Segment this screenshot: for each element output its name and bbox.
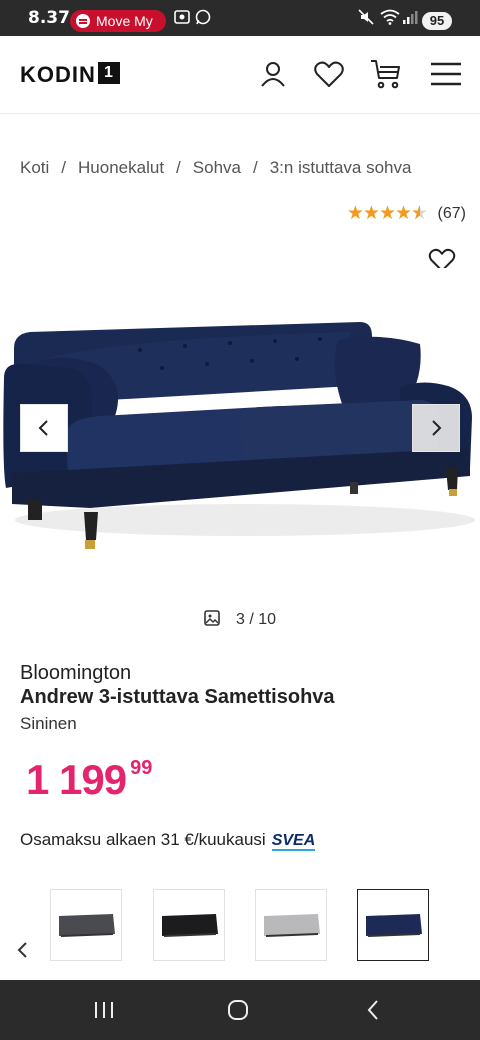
breadcrumb-item[interactable]: Sohva — [193, 158, 241, 177]
image-icon — [204, 610, 220, 626]
product-price: 1 199 99 — [26, 756, 152, 804]
chevron-right-icon — [432, 420, 442, 436]
logo-text: KODIN — [20, 62, 96, 87]
mute-icon — [358, 9, 374, 29]
star-icon: ★ — [395, 203, 412, 224]
breadcrumb-item[interactable]: Koti — [20, 158, 49, 177]
product-image[interactable] — [0, 268, 480, 586]
cart-icon — [371, 60, 400, 89]
product-color: Sininen — [20, 714, 77, 733]
media-pill[interactable]: Move My — [70, 10, 166, 32]
media-label: Move My — [96, 13, 153, 29]
price-main: 1 199 — [26, 756, 127, 803]
sofa-thumb-image — [59, 914, 115, 937]
product-brand[interactable]: Bloomington — [20, 662, 131, 685]
star-icon: ★ — [362, 203, 380, 224]
variants-prev-button[interactable] — [16, 940, 36, 964]
product-title: Andrew 3-istuttava Samettisohva — [20, 686, 335, 708]
product-rating[interactable]: ★★★★★ (67) — [347, 202, 466, 225]
status-time: 8.37 — [28, 8, 70, 28]
sofa-thumb-image — [366, 914, 422, 937]
wishlist-button[interactable] — [311, 56, 347, 92]
breadcrumb-item[interactable]: 3:n istuttava sohva — [270, 158, 412, 177]
installment-text: Osamaksu alkaen 31 €/kuukausi — [20, 830, 266, 849]
logo-box: 1 — [97, 62, 120, 84]
status-bar: 8.37 Move My 95 — [0, 0, 480, 36]
chevron-left-icon — [38, 420, 48, 436]
cart-button[interactable] — [368, 56, 404, 92]
home-button[interactable] — [226, 998, 250, 1022]
account-button[interactable] — [255, 56, 291, 92]
heart-icon — [314, 61, 344, 87]
screenshot-icon — [174, 9, 190, 29]
variant-thumb[interactable] — [50, 889, 122, 961]
whatsapp-icon — [195, 9, 211, 29]
variant-thumb[interactable] — [153, 889, 225, 961]
chevron-left-icon — [17, 942, 27, 958]
signal-icon — [402, 9, 418, 29]
review-count: (67) — [437, 205, 466, 222]
menu-button[interactable] — [428, 56, 464, 92]
site-logo[interactable]: KODIN 1 — [20, 62, 120, 88]
breadcrumb-separator: / — [61, 158, 67, 177]
variant-selector — [0, 880, 480, 980]
svea-logo: SVEA — [271, 832, 316, 851]
sofa-thumb-image — [264, 914, 320, 937]
rating-stars: ★★★★★ — [346, 202, 428, 225]
recent-apps-icon — [95, 1002, 113, 1018]
gallery-prev-button[interactable] — [20, 404, 68, 452]
menu-icon — [431, 62, 461, 86]
breadcrumb-separator: / — [252, 158, 258, 177]
variant-thumb[interactable] — [255, 889, 327, 961]
installment-info[interactable]: Osamaksu alkaen 31 €/kuukausi SVEA — [20, 830, 316, 851]
price-cents: 99 — [130, 757, 153, 779]
gallery-counter: 3 / 10 — [0, 610, 480, 629]
battery-indicator: 95 — [422, 12, 452, 30]
spotify-icon — [76, 14, 90, 28]
variant-thumb-selected[interactable] — [357, 889, 429, 961]
star-half-icon: ★ — [411, 202, 428, 225]
wifi-icon — [380, 9, 400, 29]
gallery-next-button[interactable] — [412, 404, 460, 452]
account-icon — [261, 62, 285, 87]
breadcrumb-item[interactable]: Huonekalut — [78, 158, 164, 177]
recent-apps-button[interactable] — [92, 998, 116, 1022]
gallery-counter-text: 3 / 10 — [235, 611, 277, 628]
site-header: KODIN 1 — [0, 36, 480, 114]
home-icon — [228, 1000, 248, 1020]
sofa-image — [3, 322, 475, 549]
star-icon: ★ — [378, 203, 396, 224]
back-icon — [367, 1000, 378, 1020]
star-icon: ★ — [346, 203, 364, 224]
back-button[interactable] — [362, 998, 386, 1022]
breadcrumb: Koti / Huonekalut / Sohva / 3:n istuttava sohv… — [20, 158, 411, 178]
breadcrumb-separator: / — [176, 158, 181, 177]
system-nav-bar — [0, 980, 480, 1040]
sofa-thumb-image — [162, 914, 218, 937]
